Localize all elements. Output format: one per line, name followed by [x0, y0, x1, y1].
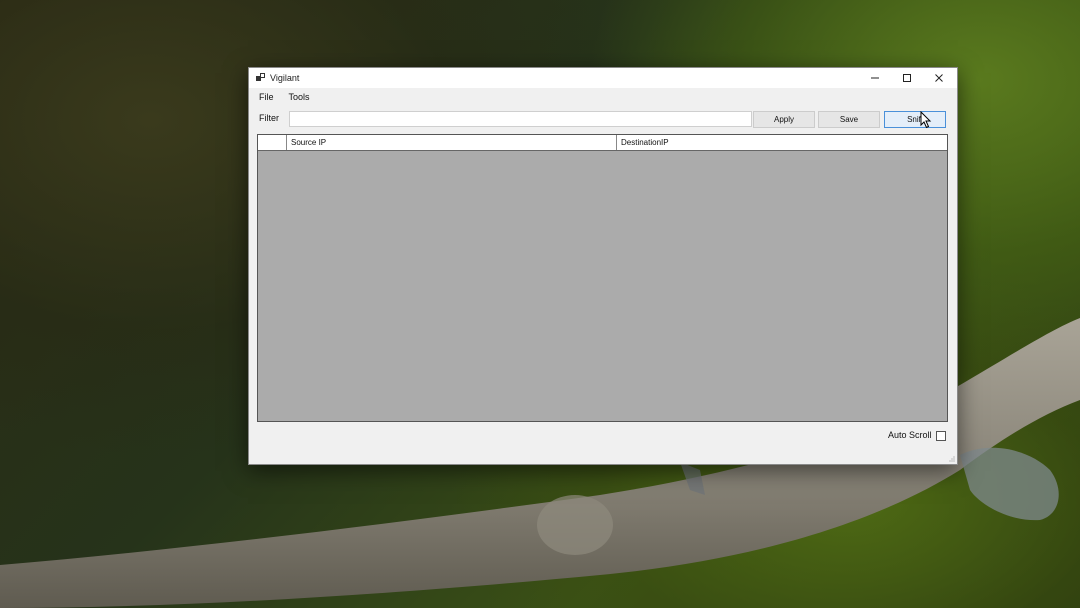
menu-bar: File Tools — [249, 90, 315, 106]
app-window: Vigilant File Tools Filter Apply Save Sn… — [248, 67, 958, 465]
minimize-button[interactable] — [859, 68, 891, 88]
sniff-button[interactable]: Sniff — [884, 111, 946, 128]
mouse-cursor-icon — [920, 111, 932, 129]
auto-scroll-checkbox[interactable] — [936, 431, 946, 441]
close-icon — [935, 74, 943, 82]
close-button[interactable] — [923, 68, 955, 88]
column-header-destination-ip[interactable]: DestinationIP — [617, 135, 947, 150]
filter-input[interactable] — [289, 111, 752, 127]
window-title: Vigilant — [270, 73, 300, 83]
row-header-corner[interactable] — [258, 135, 287, 150]
packet-grid[interactable]: Source IP DestinationIP — [257, 134, 948, 422]
menu-tools[interactable]: Tools — [284, 90, 315, 106]
title-bar[interactable]: Vigilant — [249, 68, 957, 88]
filter-label: Filter — [259, 113, 279, 123]
app-icon — [256, 73, 265, 81]
apply-button[interactable]: Apply — [753, 111, 815, 128]
auto-scroll-label: Auto Scroll — [888, 430, 932, 440]
minimize-icon — [871, 77, 879, 79]
resize-grip-icon[interactable] — [949, 456, 955, 462]
maximize-button[interactable] — [891, 68, 923, 88]
grid-header: Source IP DestinationIP — [258, 135, 947, 151]
menu-file[interactable]: File — [254, 90, 279, 106]
column-header-source-ip[interactable]: Source IP — [287, 135, 617, 150]
save-button[interactable]: Save — [818, 111, 880, 128]
maximize-icon — [903, 74, 911, 82]
